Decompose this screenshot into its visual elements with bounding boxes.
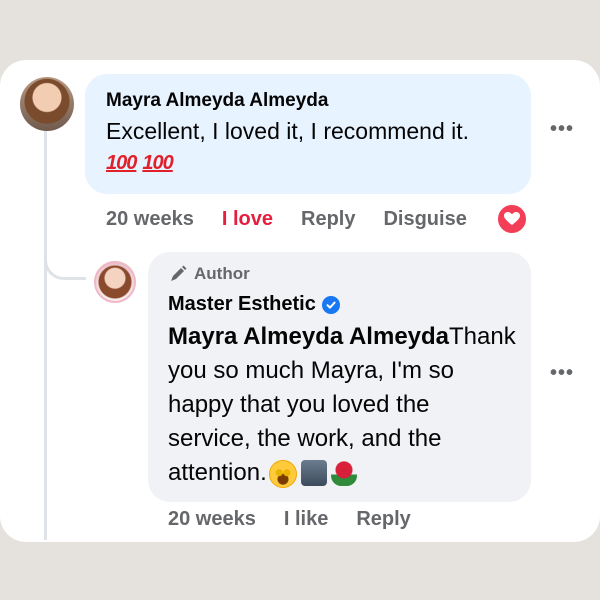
comment-text: Excellent, I loved it, I recommend it. (106, 118, 470, 144)
author-badge: Author (168, 264, 250, 284)
star-struck-emoji-icon (268, 459, 297, 488)
disguise-button[interactable]: Disguise (383, 208, 466, 231)
pen-icon (171, 265, 187, 281)
commenter-avatar[interactable] (20, 77, 74, 131)
heart-icon[interactable] (496, 203, 528, 235)
love-reaction-button[interactable]: I love (222, 208, 273, 231)
like-button[interactable]: I like (284, 508, 328, 531)
camera-emoji-icon (300, 459, 327, 486)
thread-line (44, 130, 47, 540)
reply-author-avatar[interactable] (94, 261, 136, 303)
comment-timestamp[interactable]: 20 weeks (106, 208, 194, 231)
reply-to-reply-button[interactable]: Reply (356, 508, 410, 531)
hundred-emoji-1: 100 (106, 152, 137, 174)
thread-connector (44, 232, 86, 280)
reply-actions: 20 weeks I like Reply (168, 508, 411, 531)
rose-emoji-icon (330, 459, 357, 486)
reply-author-name[interactable]: Master Esthetic (168, 293, 340, 316)
hundred-points-emoji-icon: 100 100 (106, 152, 179, 175)
verified-badge-icon (321, 295, 340, 314)
reply-author-name-text[interactable]: Master Esthetic (168, 293, 316, 316)
reply-timestamp[interactable]: 20 weeks (168, 508, 256, 531)
reply-emojis (268, 459, 357, 488)
reply-text: Mayra Almeyda AlmeydaThank you so much M… (168, 320, 518, 490)
reply-button[interactable]: Reply (301, 208, 355, 231)
hundred-emoji-2: 100 (142, 152, 173, 174)
comment-actions: 20 weeks I love Reply Disguise (106, 208, 467, 231)
author-badge-label: Author (194, 264, 250, 283)
mention-link[interactable]: Mayra Almeyda Almeyda (168, 323, 449, 350)
commenter-name[interactable]: Mayra Almeyda Almeyda (106, 90, 328, 112)
comment-more-options-button[interactable]: ••• (550, 118, 574, 141)
reply-more-options-button[interactable]: ••• (550, 362, 574, 385)
